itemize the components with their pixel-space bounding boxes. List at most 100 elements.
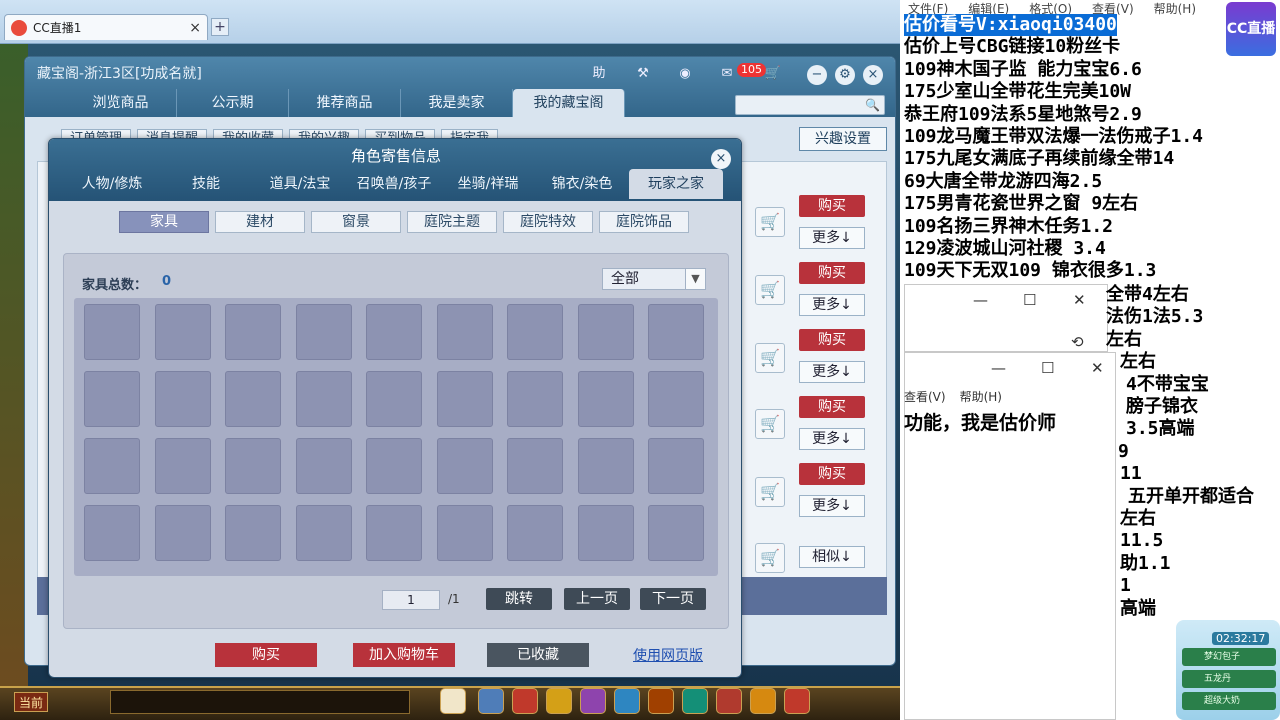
tab-my-pavilion[interactable]: 我的藏宝阁 [513,89,625,117]
jump-button[interactable]: 跳转 [486,588,552,610]
tab-items[interactable]: 道具/法宝 [253,169,347,199]
tab-browse[interactable]: 浏览商品 [65,89,177,117]
friend-icon[interactable] [648,688,674,714]
buy-button[interactable]: 购买 [799,329,865,351]
furniture-slot[interactable] [84,371,140,427]
minimize-icon[interactable]: − [807,65,827,85]
more-button[interactable]: 更多↓ [799,227,865,249]
mail-icon[interactable] [614,688,640,714]
furniture-slot[interactable] [295,438,352,494]
furniture-slot[interactable] [154,438,211,494]
furniture-slot[interactable] [577,371,634,427]
widget-item[interactable]: 超级大奶 [1182,692,1276,710]
furniture-slot[interactable] [295,304,352,360]
furniture-slot[interactable] [154,505,211,561]
chevron-down-icon[interactable]: ▼ [685,269,705,289]
cart-icon[interactable]: 🛒 [755,477,785,507]
shop-icon[interactable] [784,688,810,714]
close-icon[interactable]: ✕ [1091,359,1104,377]
furniture-slot[interactable] [436,505,493,561]
furniture-slot[interactable] [154,304,211,360]
pet-icon[interactable] [440,688,466,714]
tab-player-home[interactable]: 玩家之家 [629,169,723,199]
prev-page-button[interactable]: 上一页 [564,588,630,610]
tab-pets[interactable]: 召唤兽/孩子 [347,169,441,199]
widget-item[interactable]: 梦幻包子 [1182,648,1276,666]
buy-button[interactable]: 购买 [799,396,865,418]
furniture-slot[interactable] [507,371,563,427]
buy-button[interactable]: 购买 [799,195,865,217]
close-icon[interactable]: ✕ [1073,291,1086,309]
more-button[interactable]: 更多↓ [799,294,865,316]
cart-icon[interactable]: 🛒 [755,543,785,573]
tab-costume[interactable]: 锦衣/染色 [535,169,629,199]
furniture-slot[interactable] [648,304,704,360]
cart-icon[interactable]: 🛒 [755,207,785,237]
add-to-cart-button[interactable]: 加入购物车 [353,643,455,667]
category-courtyard-decor[interactable]: 庭院饰品 [599,211,689,233]
next-page-button[interactable]: 下一页 [640,588,706,610]
furniture-slot[interactable] [648,505,704,561]
chat-channel-button[interactable]: 当前 [14,692,48,712]
skill-icon[interactable] [478,688,504,714]
furniture-slot[interactable] [577,505,634,561]
tab-publicity[interactable]: 公示期 [177,89,289,117]
web-version-link[interactable]: 使用网页版 [633,645,703,665]
category-furniture[interactable]: 家具 [119,211,209,233]
chat-input[interactable] [110,690,410,714]
buy-button[interactable]: 购买 [799,463,865,485]
furniture-slot[interactable] [577,438,634,494]
menu-help[interactable]: 帮助(H) [960,388,1002,405]
furniture-slot[interactable] [366,505,422,561]
furniture-slot[interactable] [84,505,140,561]
buy-button[interactable]: 购买 [799,262,865,284]
furniture-slot[interactable] [507,505,563,561]
furniture-slot[interactable] [436,304,493,360]
furniture-slot[interactable] [366,304,422,360]
furniture-slot[interactable] [295,505,352,561]
category-materials[interactable]: 建材 [215,211,305,233]
browser-tab[interactable]: CC直播1 × [4,14,208,40]
notepad-text[interactable]: 估价看号V:xiaoqi03400 估价上号CBG链接10粉丝卡 109神木国子… [904,14,1280,283]
furniture-slot[interactable] [225,371,281,427]
buy-button[interactable]: 购买 [215,643,317,667]
similar-button[interactable]: 相似↓ [799,546,865,568]
dialog-close-icon[interactable]: × [711,149,731,169]
cart-icon[interactable]: 🛒 [755,343,785,373]
furniture-slot[interactable] [225,304,281,360]
tab-recommended[interactable]: 推荐商品 [289,89,401,117]
furniture-slot[interactable] [507,304,563,360]
furniture-slot[interactable] [507,438,563,494]
category-window-view[interactable]: 窗景 [311,211,401,233]
search-input[interactable]: 🔍 [735,95,885,115]
more-button[interactable]: 更多↓ [799,495,865,517]
tab-mounts[interactable]: 坐骑/祥瑞 [441,169,535,199]
close-icon[interactable]: × [863,65,883,85]
furniture-slot[interactable] [366,438,422,494]
tab-character[interactable]: 人物/修炼 [65,169,159,199]
furniture-slot[interactable] [577,304,634,360]
chat-icon[interactable]: ✉ [715,63,739,85]
gift-icon[interactable] [580,688,606,714]
widget-item[interactable]: 五龙丹 [1182,670,1276,688]
filter-select[interactable]: 全部 ▼ [602,268,706,290]
furniture-slot[interactable] [225,438,281,494]
furniture-slot[interactable] [436,371,493,427]
category-courtyard-effects[interactable]: 庭院特效 [503,211,593,233]
help-button[interactable]: 助 [587,63,611,85]
furniture-slot[interactable] [154,371,211,427]
furniture-slot[interactable] [648,371,704,427]
furniture-slot[interactable] [648,438,704,494]
menu-view[interactable]: 查看(V) [904,388,946,405]
tab-seller[interactable]: 我是卖家 [401,89,513,117]
tab-skills[interactable]: 技能 [159,169,253,199]
furniture-slot[interactable] [366,371,422,427]
bag-icon[interactable] [512,688,538,714]
gear-icon[interactable]: ⚙ [835,65,855,85]
furniture-slot[interactable] [295,371,352,427]
minimize-icon[interactable]: — [991,359,1006,377]
maximize-icon[interactable]: ☐ [1041,359,1054,377]
search-icon[interactable]: 🔍 [865,98,880,112]
category-courtyard-theme[interactable]: 庭院主题 [407,211,497,233]
minimize-icon[interactable]: — [973,291,988,309]
